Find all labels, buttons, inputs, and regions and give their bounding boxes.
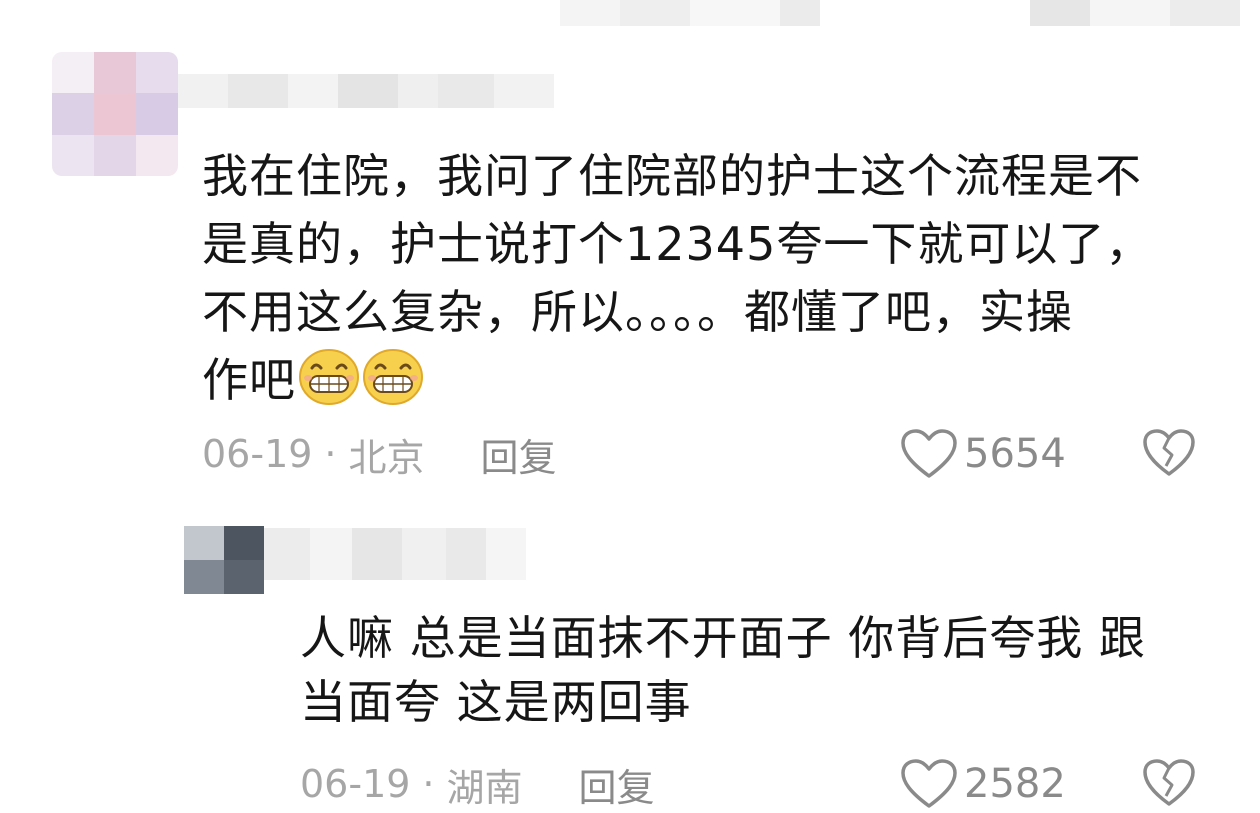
blur-block	[620, 0, 690, 26]
blur-block	[402, 528, 446, 580]
blur-block	[1030, 0, 1090, 26]
blur-block	[486, 528, 526, 580]
blur-block	[288, 74, 338, 108]
grin-emoji-icon	[299, 349, 359, 405]
username-pixelated[interactable]	[264, 528, 526, 580]
blur-block	[560, 0, 620, 26]
avatar-pixel	[184, 526, 224, 560]
comment-line: 当面夸 这是两回事	[300, 675, 692, 729]
avatar-pixel	[94, 134, 136, 176]
username-pixelated[interactable]	[178, 74, 554, 108]
comment-location: 湖南	[446, 765, 523, 810]
blur-block	[264, 528, 310, 580]
comment-line: 人嘛 总是当面抹不开面子 你背后夸我 跟	[300, 611, 1146, 665]
avatar[interactable]	[52, 52, 178, 176]
blur-block	[338, 74, 398, 108]
avatar-pixel	[184, 560, 224, 594]
blur-block	[690, 0, 780, 26]
reply-button[interactable]: 回复	[481, 427, 557, 482]
avatar[interactable]	[184, 526, 264, 594]
comment-line: 作吧	[202, 353, 296, 407]
grin-emoji-icon	[363, 349, 423, 405]
avatar-pixel	[136, 93, 178, 135]
like-button[interactable]: 2582	[900, 756, 1066, 812]
comment-text: 人嘛 总是当面抹不开面子 你背后夸我 跟 当面夸 这是两回事	[300, 606, 1220, 734]
comment-meta: 06-19 · 北京 回复	[202, 426, 557, 482]
blur-block	[438, 74, 494, 108]
blur-block	[398, 74, 438, 108]
dislike-button[interactable]	[1142, 758, 1196, 812]
broken-heart-icon	[1143, 429, 1195, 476]
avatar-pixel	[52, 52, 94, 94]
like-count: 5654	[964, 431, 1066, 477]
meta-separator: ·	[324, 432, 337, 476]
avatar-pixel	[136, 52, 178, 94]
meta-separator: ·	[422, 762, 435, 806]
blur-block	[820, 0, 1030, 26]
comment-text: 我在住院，我问了住院部的护士这个流程是不 是真的，护士说打个12345夸一下就可…	[202, 142, 1222, 414]
comment-line: 是真的，护士说打个12345夸一下就可以了，	[202, 217, 1153, 271]
blur-block	[494, 74, 554, 108]
heart-outline-icon	[901, 429, 957, 478]
blur-block	[352, 528, 402, 580]
heart-outline-icon	[901, 759, 957, 808]
blur-block	[178, 74, 228, 108]
comment-line-last: 作吧	[202, 346, 1222, 414]
top-pixelated-strip	[560, 0, 1240, 26]
comment-line: 不用这么复杂，所以。。。。都懂了吧，实操	[202, 285, 1073, 339]
comment-location: 北京	[348, 435, 425, 480]
avatar-pixel	[94, 52, 136, 94]
avatar-pixel	[224, 560, 264, 594]
blur-block	[228, 74, 288, 108]
avatar-pixel	[94, 93, 136, 135]
blur-block	[780, 0, 820, 26]
blur-block	[1090, 0, 1170, 26]
avatar-pixel	[136, 134, 178, 176]
blur-block	[446, 528, 486, 580]
broken-heart-icon	[1143, 759, 1195, 806]
blur-block	[310, 528, 352, 580]
comment-date: 06-19	[300, 762, 411, 806]
avatar-pixel	[224, 526, 264, 560]
like-button[interactable]: 5654	[900, 426, 1066, 482]
like-count: 2582	[964, 761, 1066, 807]
comment-line: 我在住院，我问了住院部的护士这个流程是不	[202, 149, 1142, 203]
avatar-pixel	[52, 93, 94, 135]
comment-date: 06-19	[202, 432, 313, 476]
comment-meta: 06-19 · 湖南 回复	[300, 756, 655, 812]
blur-block	[1170, 0, 1240, 26]
reply-button[interactable]: 回复	[579, 757, 655, 812]
avatar-pixel	[52, 134, 94, 176]
dislike-button[interactable]	[1142, 428, 1196, 482]
